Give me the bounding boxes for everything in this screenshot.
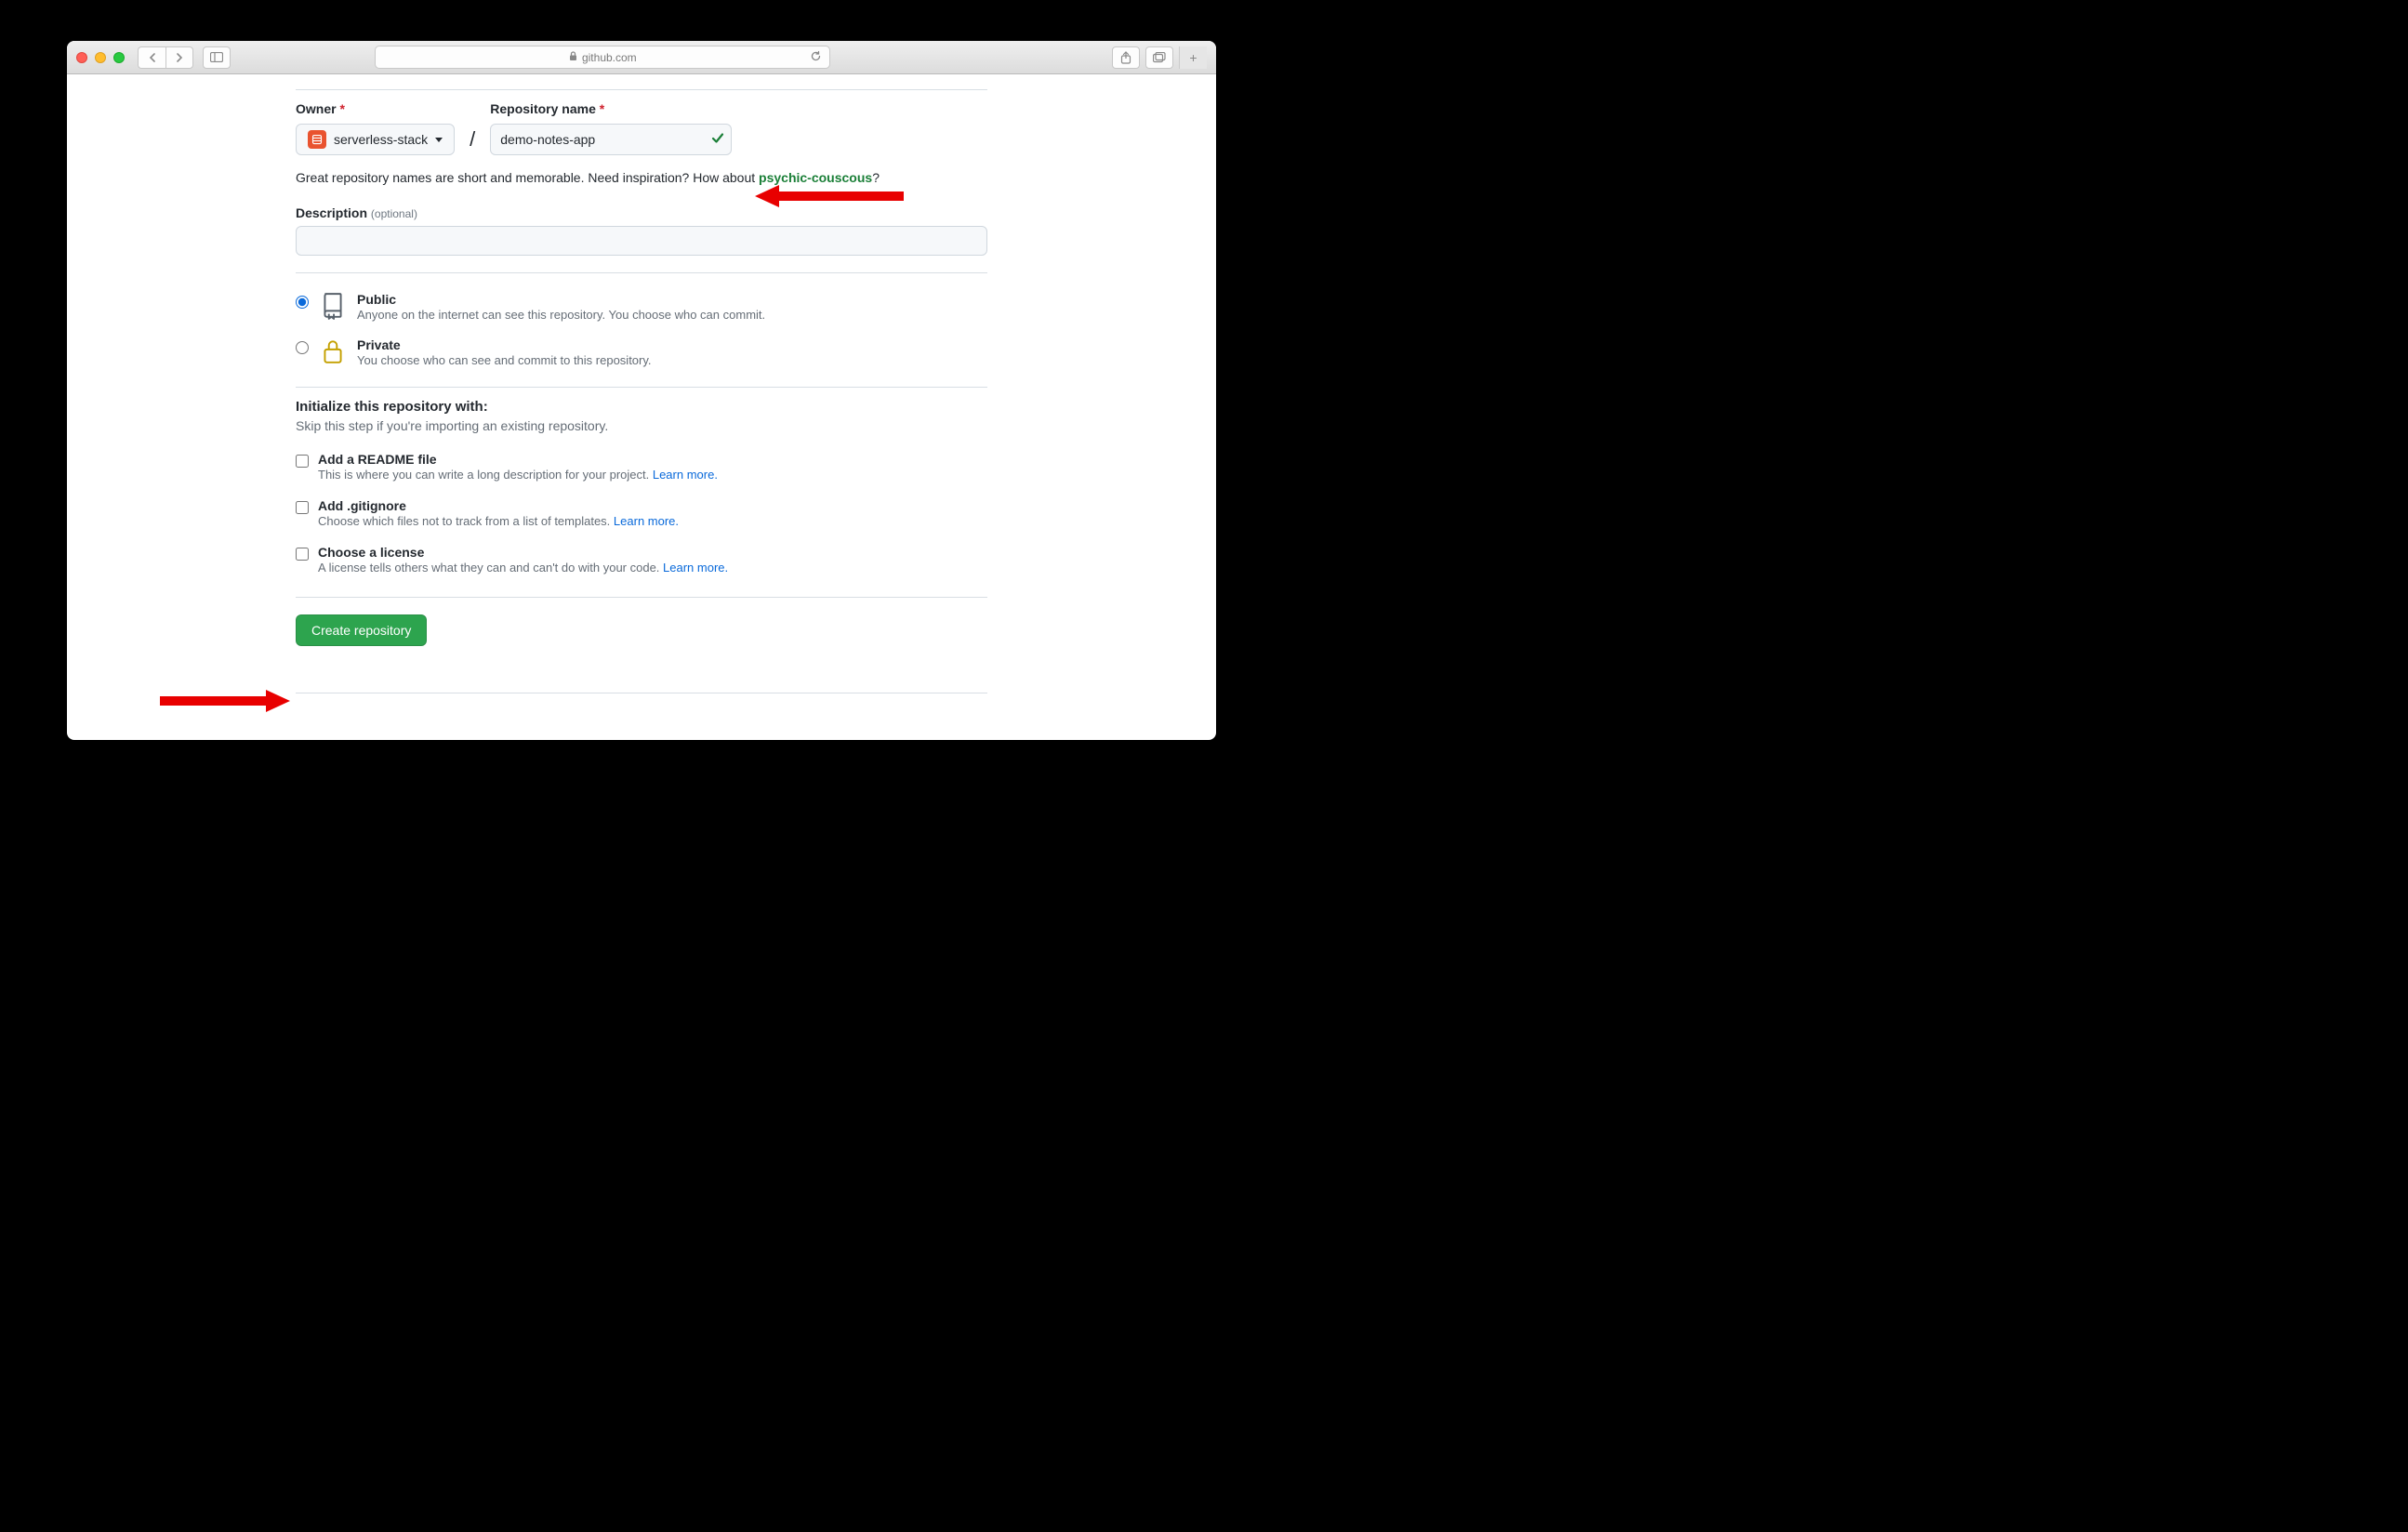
divider	[296, 387, 987, 388]
license-learn-more-link[interactable]: Learn more.	[663, 561, 728, 574]
sidebar-toggle-button[interactable]	[203, 46, 231, 69]
repo-name-label: Repository name *	[490, 101, 732, 116]
window-controls	[76, 52, 125, 63]
repo-name-input[interactable]	[490, 124, 732, 155]
description-label-text: Description	[296, 205, 367, 220]
license-checkbox[interactable]	[296, 548, 309, 561]
share-button[interactable]	[1112, 46, 1140, 69]
create-repository-button[interactable]: Create repository	[296, 614, 427, 646]
repo-icon	[320, 292, 346, 323]
forward-button[interactable]	[165, 46, 193, 69]
slash-separator: /	[470, 127, 475, 155]
public-desc: Anyone on the internet can see this repo…	[357, 308, 765, 322]
browser-titlebar: github.com +	[67, 41, 1216, 74]
owner-label-text: Owner	[296, 101, 337, 116]
divider	[296, 89, 987, 90]
description-label: Description (optional)	[296, 205, 987, 220]
visibility-private-row: Private You choose who can see and commi…	[296, 330, 987, 376]
toolbar-right: +	[1112, 46, 1207, 69]
repo-name-label-text: Repository name	[490, 101, 596, 116]
address-bar[interactable]: github.com	[375, 46, 830, 69]
license-row: Choose a license A license tells others …	[296, 539, 987, 586]
owner-field: Owner * serverless-stack	[296, 101, 455, 155]
hint-suffix: ?	[872, 170, 880, 185]
address-text: github.com	[582, 51, 637, 64]
owner-label: Owner *	[296, 101, 455, 116]
back-button[interactable]	[138, 46, 165, 69]
maximize-window-button[interactable]	[113, 52, 125, 63]
owner-avatar-icon	[308, 130, 326, 149]
public-text: Public Anyone on the internet can see th…	[357, 292, 765, 322]
gitignore-learn-more-link[interactable]: Learn more.	[614, 514, 679, 528]
gitignore-row: Add .gitignore Choose which files not to…	[296, 493, 987, 539]
init-heading: Initialize this repository with:	[296, 399, 987, 415]
divider	[296, 272, 987, 273]
create-repo-form: Owner * serverless-stack / Repository na…	[296, 89, 987, 693]
owner-select-button[interactable]: serverless-stack	[296, 124, 455, 155]
gitignore-checkbox[interactable]	[296, 501, 309, 514]
gitignore-title: Add .gitignore	[318, 498, 679, 513]
check-icon	[711, 132, 724, 148]
private-desc: You choose who can see and commit to thi…	[357, 353, 652, 367]
readme-row: Add a README file This is where you can …	[296, 446, 987, 493]
owner-value: serverless-stack	[334, 132, 428, 147]
license-desc: A license tells others what they can and…	[318, 561, 728, 574]
description-input[interactable]	[296, 226, 987, 256]
caret-down-icon	[435, 138, 443, 142]
private-text: Private You choose who can see and commi…	[357, 337, 652, 367]
readme-checkbox[interactable]	[296, 455, 309, 468]
readme-desc: This is where you can write a long descr…	[318, 468, 718, 482]
minimize-window-button[interactable]	[95, 52, 106, 63]
required-asterisk: *	[339, 101, 344, 116]
safari-window: github.com + Owner *	[67, 41, 1216, 740]
lock-icon	[320, 337, 346, 368]
private-title: Private	[357, 337, 652, 352]
readme-learn-more-link[interactable]: Learn more.	[653, 468, 718, 482]
public-radio[interactable]	[296, 296, 309, 309]
name-hint: Great repository names are short and mem…	[296, 170, 987, 185]
init-subheading: Skip this step if you're importing an ex…	[296, 418, 987, 433]
tabs-button[interactable]	[1145, 46, 1173, 69]
nav-back-forward	[138, 46, 193, 69]
hint-prefix: Great repository names are short and mem…	[296, 170, 759, 185]
visibility-public-row: Public Anyone on the internet can see th…	[296, 284, 987, 330]
new-tab-button[interactable]: +	[1179, 46, 1207, 69]
readme-title: Add a README file	[318, 452, 718, 467]
required-asterisk: *	[600, 101, 604, 116]
optional-text: (optional)	[371, 207, 417, 220]
reload-icon[interactable]	[810, 50, 822, 65]
owner-repo-row: Owner * serverless-stack / Repository na…	[296, 101, 987, 155]
public-title: Public	[357, 292, 765, 307]
private-radio[interactable]	[296, 341, 309, 354]
close-window-button[interactable]	[76, 52, 87, 63]
name-suggestion-link[interactable]: psychic-couscous	[759, 170, 872, 185]
license-title: Choose a license	[318, 545, 728, 560]
gitignore-desc: Choose which files not to track from a l…	[318, 514, 679, 528]
lock-icon	[569, 51, 577, 64]
page-content: Owner * serverless-stack / Repository na…	[67, 74, 1216, 740]
divider	[296, 597, 987, 598]
repo-name-field: Repository name *	[490, 101, 732, 155]
